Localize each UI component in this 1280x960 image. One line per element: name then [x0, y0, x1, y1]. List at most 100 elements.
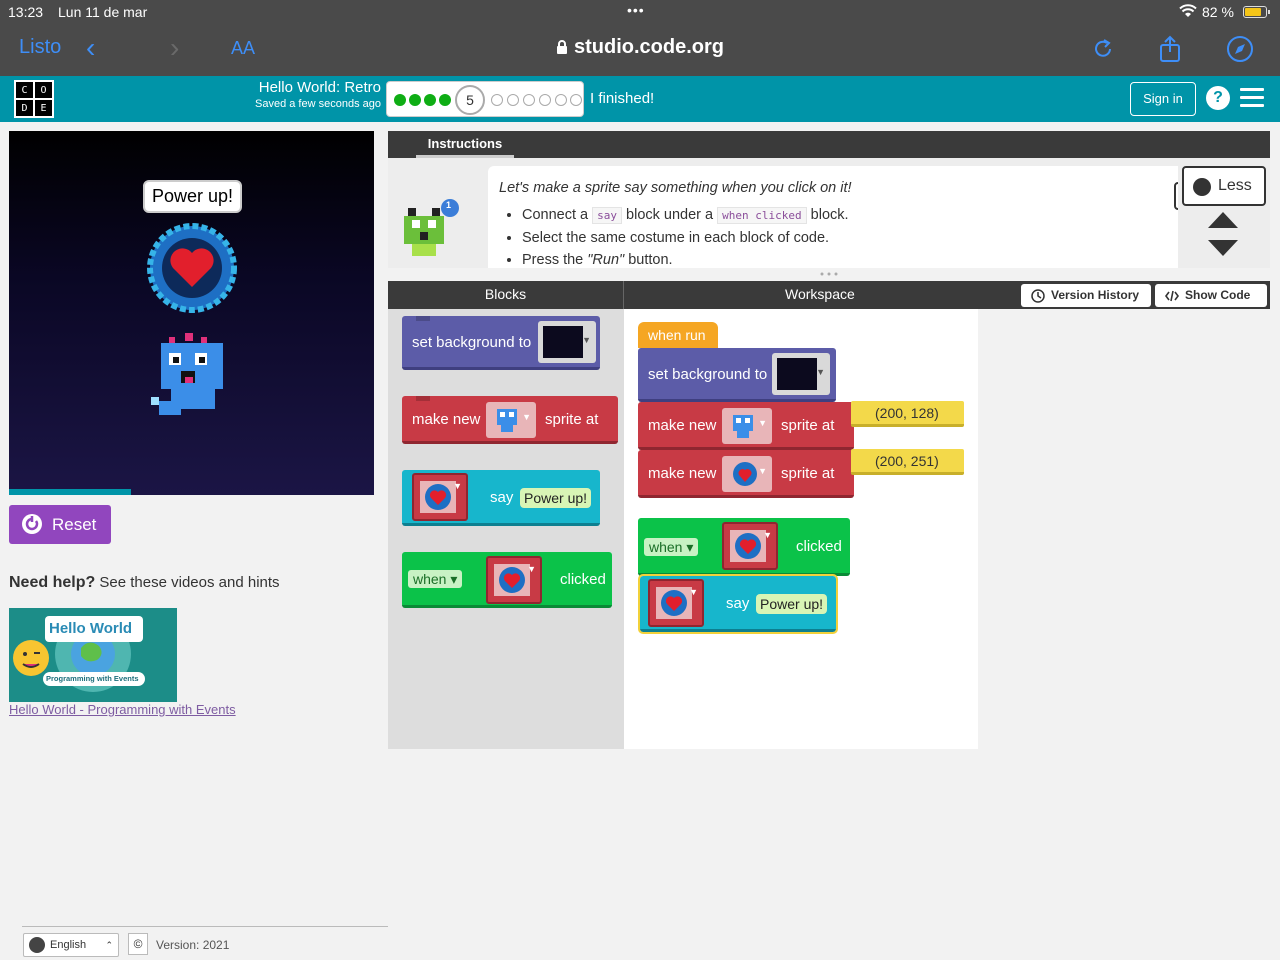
url-text: studio.code.org	[574, 36, 724, 58]
say-text-input[interactable]: Power up!	[520, 488, 592, 508]
costume-dropdown[interactable]: ▼	[412, 473, 468, 521]
instruction-step: Press the "Run" button.	[522, 249, 849, 268]
current-level[interactable]: 5	[455, 85, 485, 115]
tab-instructions[interactable]: Instructions	[416, 131, 514, 158]
resize-grip-icon[interactable]	[819, 271, 839, 277]
instruction-step: Select the same costume in each block of…	[522, 227, 849, 249]
game-canvas[interactable]: Power up!	[9, 131, 374, 495]
done-button[interactable]: Listo	[19, 36, 61, 59]
when-run-block[interactable]: when run	[638, 322, 718, 348]
background-dropdown[interactable]: ▼	[772, 353, 830, 395]
chevron-up-icon	[1193, 178, 1211, 196]
reset-icon	[22, 514, 42, 534]
level-dot[interactable]	[491, 94, 503, 106]
video-caption: Programming with Events	[46, 674, 139, 683]
make-new-sprite-block[interactable]: make new ▼ sprite at	[638, 450, 854, 498]
set-background-block[interactable]: set background to ▼	[402, 316, 600, 370]
clock: 13:23	[8, 4, 44, 20]
share-icon[interactable]	[1155, 34, 1185, 64]
blocks-title: Blocks	[388, 281, 624, 309]
logo-letter: O	[35, 82, 52, 98]
help-title: Need help?	[9, 574, 96, 591]
chevron-updown-icon: ⌃	[105, 940, 113, 950]
progress-bar	[9, 489, 131, 495]
background-dropdown[interactable]: ▼	[538, 321, 596, 363]
event-dropdown[interactable]: when ▾	[644, 538, 699, 556]
clock-icon	[1031, 289, 1045, 303]
collapse-instructions-button[interactable]: Less	[1182, 166, 1266, 206]
say-text-input[interactable]: Power up!	[756, 594, 828, 614]
logo-letter: C	[16, 82, 33, 98]
copyright-button[interactable]: ©	[128, 933, 148, 955]
instructions-tabbar: Instructions	[388, 131, 1270, 158]
when-clicked-block[interactable]: when ▾ ▼ clicked	[638, 518, 850, 576]
wifi-icon	[1179, 4, 1197, 17]
costume-dropdown[interactable]: ▼	[486, 556, 542, 604]
costume-dropdown[interactable]: ▼	[722, 522, 778, 570]
lock-icon	[557, 40, 567, 54]
code-org-logo[interactable]: C O D E	[14, 80, 54, 118]
sprite-dropdown[interactable]: ▼	[486, 402, 536, 438]
workspace-canvas[interactable]: when run set background to ▼ make new ▼ …	[624, 309, 978, 749]
video-thumbnail[interactable]: Hello World Programming with Events	[9, 608, 177, 702]
level-dot[interactable]	[539, 94, 551, 106]
compass-icon[interactable]	[1225, 34, 1255, 64]
instructions-lead: Let's make a sprite say something when y…	[499, 180, 852, 196]
globe-icon	[29, 937, 45, 953]
level-dot[interactable]	[523, 94, 535, 106]
costume-dropdown[interactable]: ▼	[648, 579, 704, 627]
show-code-button[interactable]: Show Code	[1155, 284, 1267, 307]
instructions-panel: 1 Let's make a sprite say something when…	[388, 158, 1270, 268]
scroll-up-arrow-icon[interactable]	[1208, 212, 1238, 228]
status-bar: 13:23 Lun 11 de mar ••• 82 %	[0, 0, 1280, 24]
say-block[interactable]: ▼ say Power up!	[638, 574, 838, 634]
reset-button[interactable]: Reset	[9, 505, 111, 544]
video-link[interactable]: Hello World - Programming with Events	[9, 702, 236, 717]
sign-in-button[interactable]: Sign in	[1130, 82, 1196, 116]
level-dot[interactable]	[555, 94, 567, 106]
say-block[interactable]: ▼ say Power up!	[402, 470, 600, 526]
battery-icon	[1243, 6, 1270, 18]
code-keyword: say	[592, 207, 623, 224]
bee-avatar-icon	[404, 199, 459, 256]
instructions-list: Connect a say block under a when clicked…	[522, 204, 849, 268]
multitask-dots[interactable]: •••	[627, 2, 645, 18]
speech-bubble: Power up!	[143, 180, 243, 213]
language-select[interactable]: English ⌃	[23, 933, 119, 957]
footer-divider	[22, 926, 388, 927]
reset-label: Reset	[52, 515, 97, 534]
address-bar[interactable]: studio.code.org	[556, 36, 724, 59]
instructions-card: Let's make a sprite say something when y…	[488, 166, 1178, 268]
level-dot[interactable]	[570, 94, 582, 106]
event-dropdown[interactable]: when ▾	[408, 570, 463, 588]
level-dot-complete[interactable]	[439, 94, 451, 106]
ghost-sprite[interactable]	[149, 331, 235, 427]
reload-icon[interactable]	[1088, 34, 1118, 64]
level-dot[interactable]	[507, 94, 519, 106]
browser-toolbar: Listo ‹ › AA studio.code.org	[0, 24, 1280, 76]
help-icon[interactable]: ?	[1206, 86, 1230, 110]
when-clicked-block[interactable]: when ▾ ▼ clicked	[402, 552, 612, 608]
reader-settings-button[interactable]: AA	[231, 38, 255, 59]
location-input[interactable]: (200, 251)	[851, 449, 964, 475]
make-new-sprite-block[interactable]: make new ▼ sprite at	[638, 402, 854, 450]
heart-sprite[interactable]	[145, 221, 239, 315]
level-progress: 5	[386, 81, 584, 117]
save-status: Saved a few seconds ago	[255, 98, 381, 110]
make-new-sprite-block[interactable]: make new ▼ sprite at	[402, 396, 618, 444]
location-input[interactable]: (200, 128)	[851, 401, 964, 427]
set-background-block[interactable]: set background to ▼	[638, 348, 836, 402]
sprite-dropdown[interactable]: ▼	[722, 408, 772, 444]
chevron-right-icon[interactable]: ›	[170, 32, 179, 64]
logo-letter: D	[16, 100, 33, 116]
level-dot-complete[interactable]	[409, 94, 421, 106]
chevron-left-icon[interactable]: ‹	[86, 32, 95, 64]
version-history-button[interactable]: Version History	[1021, 284, 1151, 307]
level-dot-complete[interactable]	[394, 94, 406, 106]
level-dot-complete[interactable]	[424, 94, 436, 106]
sprite-dropdown[interactable]: ▼	[722, 456, 772, 492]
hamburger-menu-icon[interactable]	[1240, 88, 1264, 108]
finished-link[interactable]: I finished!	[590, 90, 654, 107]
battery-percent: 82 %	[1202, 4, 1234, 20]
scroll-down-arrow-icon[interactable]	[1208, 240, 1238, 256]
